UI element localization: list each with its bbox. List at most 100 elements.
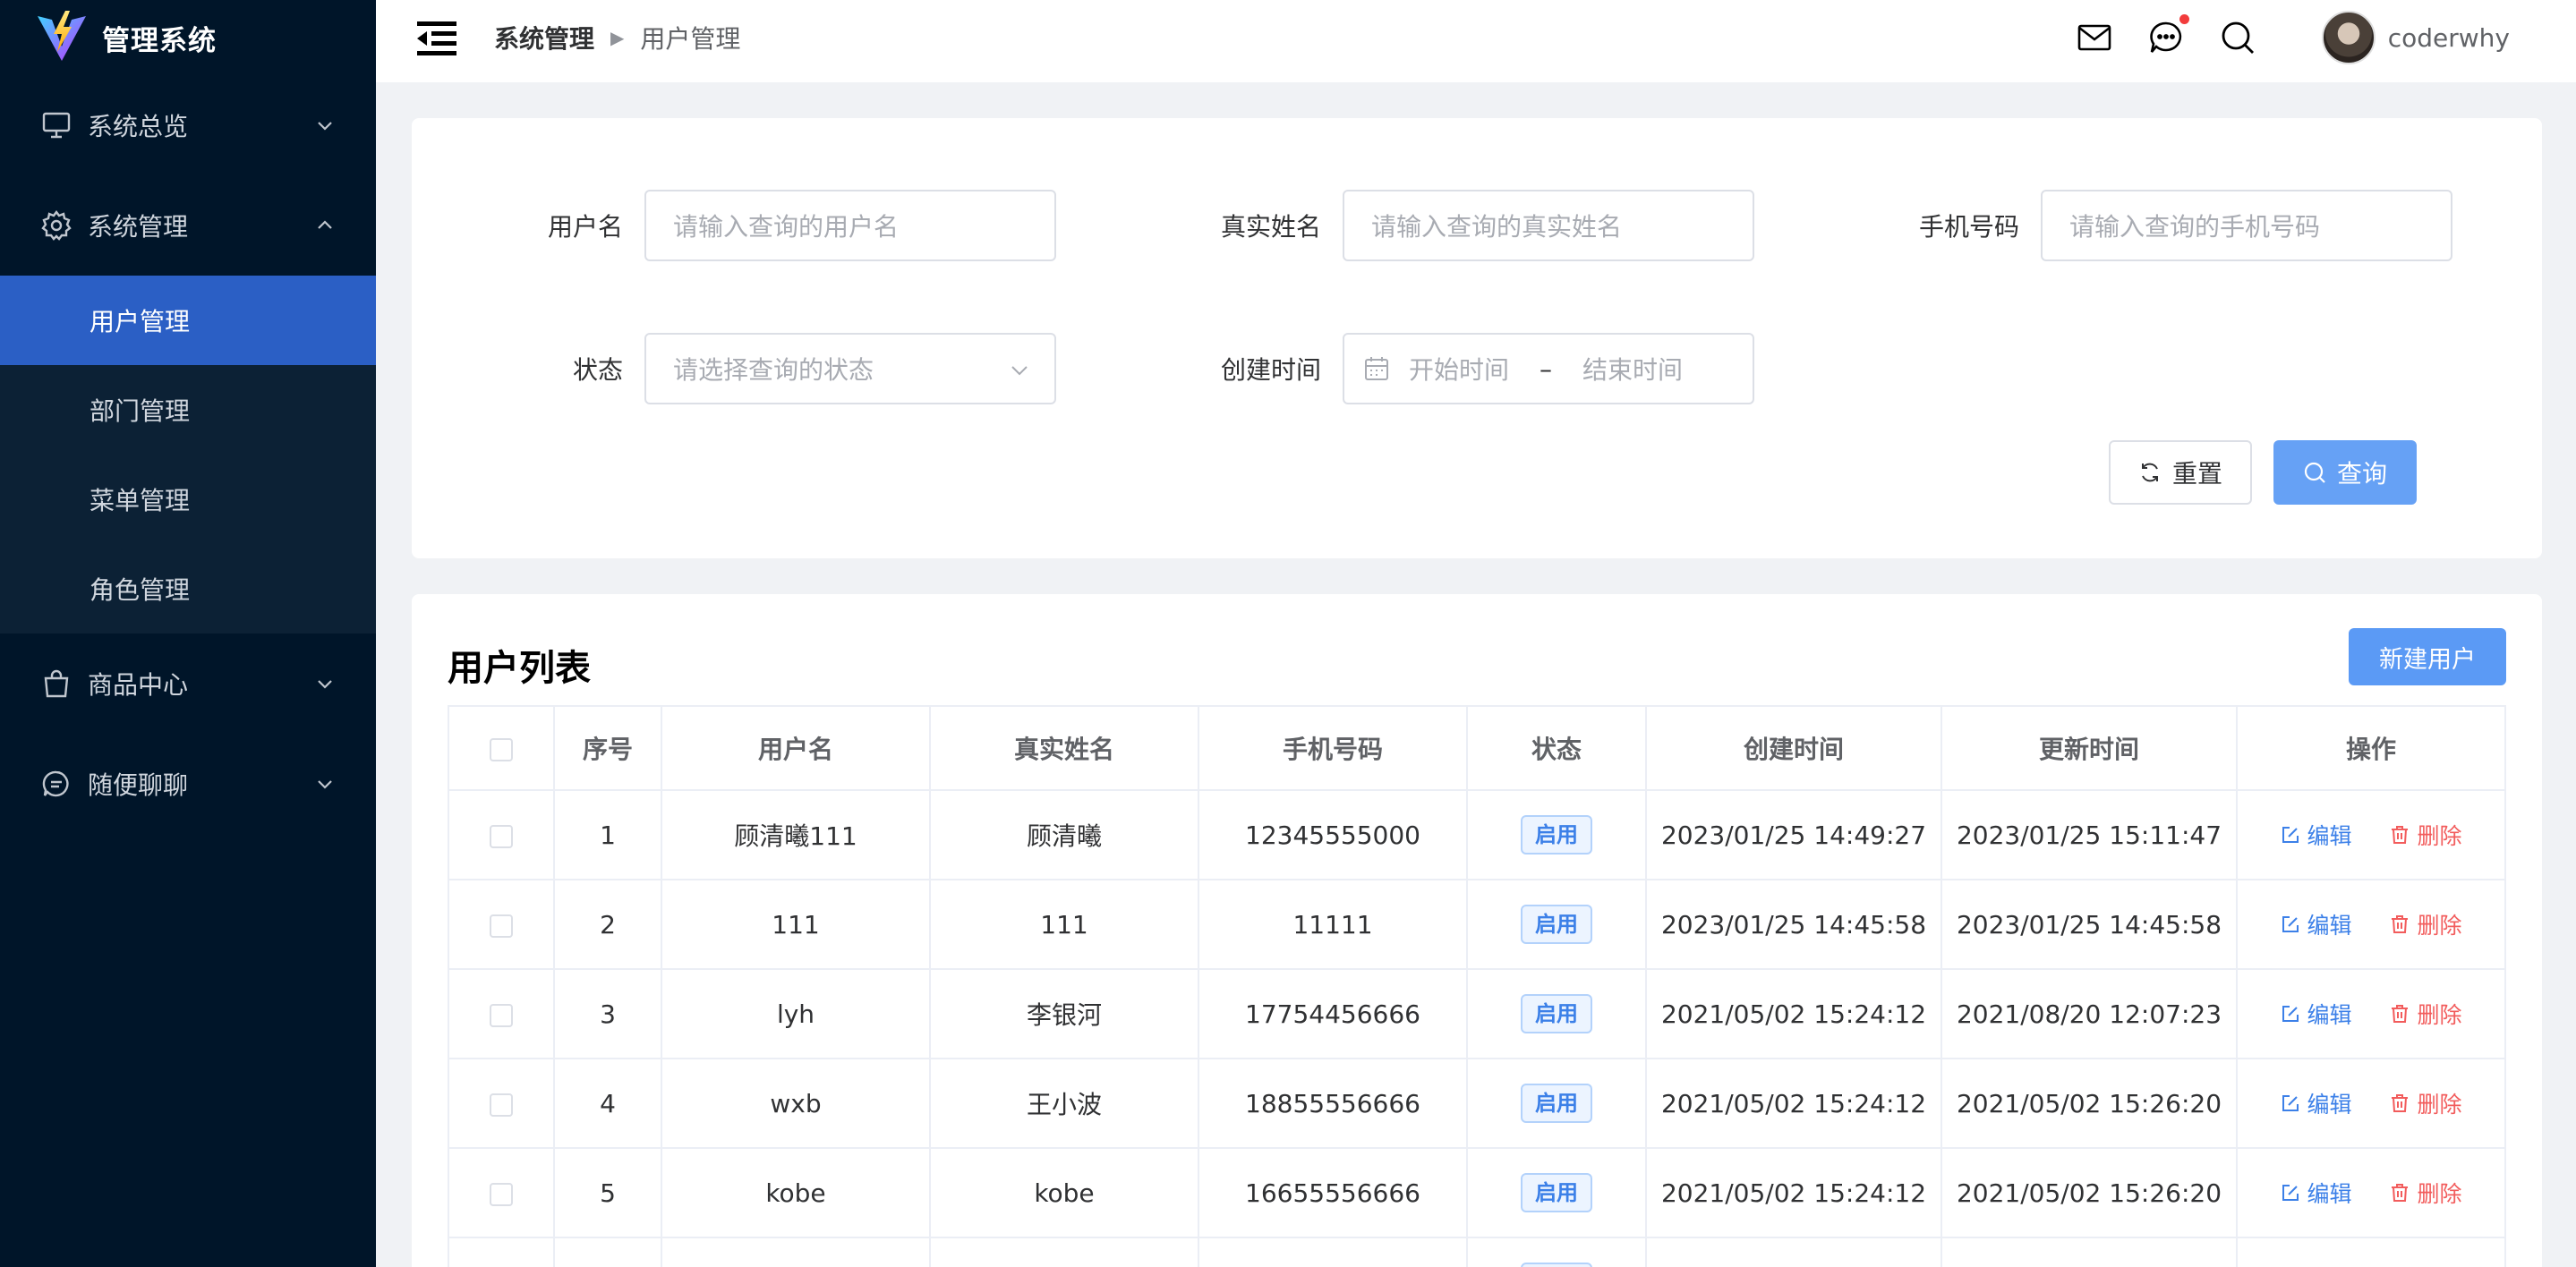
delete-button[interactable]: 删除 [2390, 819, 2461, 851]
chevron-down-icon [1011, 366, 1028, 376]
list-panel: 用户列表 新建用户 序号 用户名 真实姓名 手机号码 状态 创建时间 更新时间 … [412, 594, 2542, 1267]
realname-cell: kobe [929, 1147, 1199, 1238]
edit-button[interactable]: 编辑 [2281, 1177, 2352, 1209]
status-cell: 启用 [1466, 1058, 1647, 1149]
mail-icon[interactable] [2077, 20, 2112, 55]
status-badge: 启用 [1521, 994, 1592, 1033]
chevron-down-icon [318, 780, 332, 789]
realname-cell: 顾清曦 [929, 789, 1199, 880]
sidebar-item-department-management[interactable]: 部门管理 [0, 365, 376, 455]
menu-fold-icon[interactable] [417, 21, 456, 55]
menu-system-overview[interactable]: 系统总览 [0, 75, 376, 175]
select-all-cell [448, 705, 555, 791]
table-row: 2 111 111 11111 启用 2023/01/25 14:45:58 2… [448, 879, 2506, 970]
delete-button[interactable]: 删除 [2390, 1177, 2461, 1209]
trash-icon [2392, 915, 2409, 933]
edit-button[interactable]: 编辑 [2281, 908, 2352, 940]
new-user-button[interactable]: 新建用户 [2349, 628, 2506, 685]
sidebar-item-menu-management[interactable]: 菜单管理 [0, 455, 376, 544]
menu-casual-chat[interactable]: 随便聊聊 [0, 734, 376, 834]
message-icon [2149, 21, 2181, 53]
phone-cell: 16655556666 [1198, 1147, 1468, 1238]
phone-cell [1198, 1237, 1468, 1267]
sidebar-item-user-management[interactable]: 用户管理 [0, 276, 376, 365]
delete-label: 删除 [2417, 1181, 2462, 1207]
updated-cell: 2021/05/02 15:26:20 [1941, 1058, 2238, 1149]
updated-cell: 2021/05/02 15:26:20 [1941, 1147, 2238, 1238]
username-cell: wxb [661, 1058, 931, 1149]
delete-button[interactable]: 删除 [2390, 908, 2461, 940]
username-label: 用户名 [547, 212, 623, 242]
phone-cell: 12345555000 [1198, 789, 1468, 880]
user-table: 序号 用户名 真实姓名 手机号码 状态 创建时间 更新时间 操作 1 顾清曦11… [448, 705, 2506, 1267]
search-icon[interactable] [2220, 20, 2256, 55]
actions-cell [2236, 1237, 2506, 1267]
select-cell [448, 968, 555, 1059]
status-badge: 启用 [1521, 1173, 1592, 1212]
monitor-icon [41, 110, 72, 140]
message-button[interactable] [2148, 14, 2189, 55]
edit-icon [2282, 916, 2299, 932]
realname-input[interactable]: 请输入查询的真实姓名 [1343, 190, 1754, 261]
username-input[interactable]: 请输入查询的用户名 [644, 190, 1056, 261]
edit-button[interactable]: 编辑 [2281, 998, 2352, 1030]
list-title: 用户列表 [448, 648, 591, 689]
delete-button[interactable]: 删除 [2390, 1087, 2461, 1119]
status-placeholder: 请选择查询的状态 [673, 355, 874, 385]
realname-label: 真实姓名 [1220, 212, 1321, 242]
realname-field: 真实姓名 请输入查询的真实姓名 [1110, 190, 1754, 261]
actions-cell: 编辑 删除 [2236, 879, 2506, 970]
edit-label: 编辑 [2307, 1181, 2352, 1207]
reset-button[interactable]: 重置 [2109, 440, 2252, 505]
created-cell: 2021/05/02 15:24:12 [1645, 1058, 1942, 1149]
select-all-checkbox[interactable] [490, 737, 513, 761]
edit-button[interactable]: 编辑 [2281, 819, 2352, 851]
start-time-placeholder[interactable]: 开始时间 [1409, 351, 1509, 387]
status-badge: 启用 [1521, 905, 1592, 944]
column-header: 创建时间 [1645, 705, 1942, 791]
status-cell: 启用 [1466, 1147, 1647, 1238]
user-menu[interactable]: coderwhy [2321, 11, 2510, 64]
status-field: 状态 请选择查询的状态 [412, 333, 1056, 404]
notification-dot [2179, 14, 2189, 24]
edit-icon [2282, 1095, 2299, 1111]
delete-label: 删除 [2417, 1002, 2462, 1028]
delete-button[interactable]: 删除 [2390, 998, 2461, 1030]
select-cell [448, 789, 555, 880]
query-button[interactable]: 查询 [2273, 440, 2417, 505]
date-range-picker[interactable]: 开始时间 – 结束时间 [1343, 333, 1754, 404]
sidebar-item-role-management[interactable]: 角色管理 [0, 544, 376, 634]
logo[interactable]: 管理系统 [0, 0, 376, 75]
end-time-placeholder[interactable]: 结束时间 [1582, 351, 1683, 387]
actions-cell: 编辑 删除 [2236, 1147, 2506, 1238]
realname-cell: 李银河 [929, 968, 1199, 1059]
menu-label: 系统管理 [88, 212, 189, 242]
realname-cell: 王小波 [929, 1058, 1199, 1149]
row-checkbox[interactable] [490, 1093, 513, 1117]
status-badge: 启用 [1521, 1263, 1592, 1267]
menu-system-management[interactable]: 系统管理 [0, 175, 376, 276]
edit-label: 编辑 [2307, 1002, 2352, 1028]
edit-button[interactable]: 编辑 [2281, 1087, 2352, 1119]
row-checkbox[interactable] [490, 1003, 513, 1027]
breadcrumb-item: 用户管理 [640, 24, 741, 54]
table-row: 启用 [448, 1237, 2506, 1267]
menu-label: 系统总览 [88, 112, 189, 141]
gear-icon [41, 210, 72, 241]
status-select[interactable]: 请选择查询的状态 [644, 333, 1056, 404]
delete-label: 删除 [2417, 913, 2462, 939]
row-checkbox[interactable] [490, 914, 513, 938]
range-separator: – [1540, 353, 1553, 384]
breadcrumb-item[interactable]: 系统管理 [494, 20, 594, 55]
sidebar: 管理系统 系统总览 系统管理 用户管理 部门管理 菜单管理 角色管理 商品中心 … [0, 0, 376, 1267]
edit-icon [2282, 1006, 2299, 1022]
menu-product-center[interactable]: 商品中心 [0, 634, 376, 734]
trash-icon [2392, 1005, 2409, 1023]
created-cell: 2021/05/02 15:24:12 [1645, 968, 1942, 1059]
row-checkbox[interactable] [490, 1182, 513, 1206]
phone-input[interactable]: 请输入查询的手机号码 [2041, 190, 2452, 261]
column-header: 用户名 [661, 705, 931, 791]
row-checkbox[interactable] [490, 824, 513, 848]
username-cell: 顾清曦111 [661, 789, 931, 880]
menu-label: 随便聊聊 [88, 770, 189, 800]
